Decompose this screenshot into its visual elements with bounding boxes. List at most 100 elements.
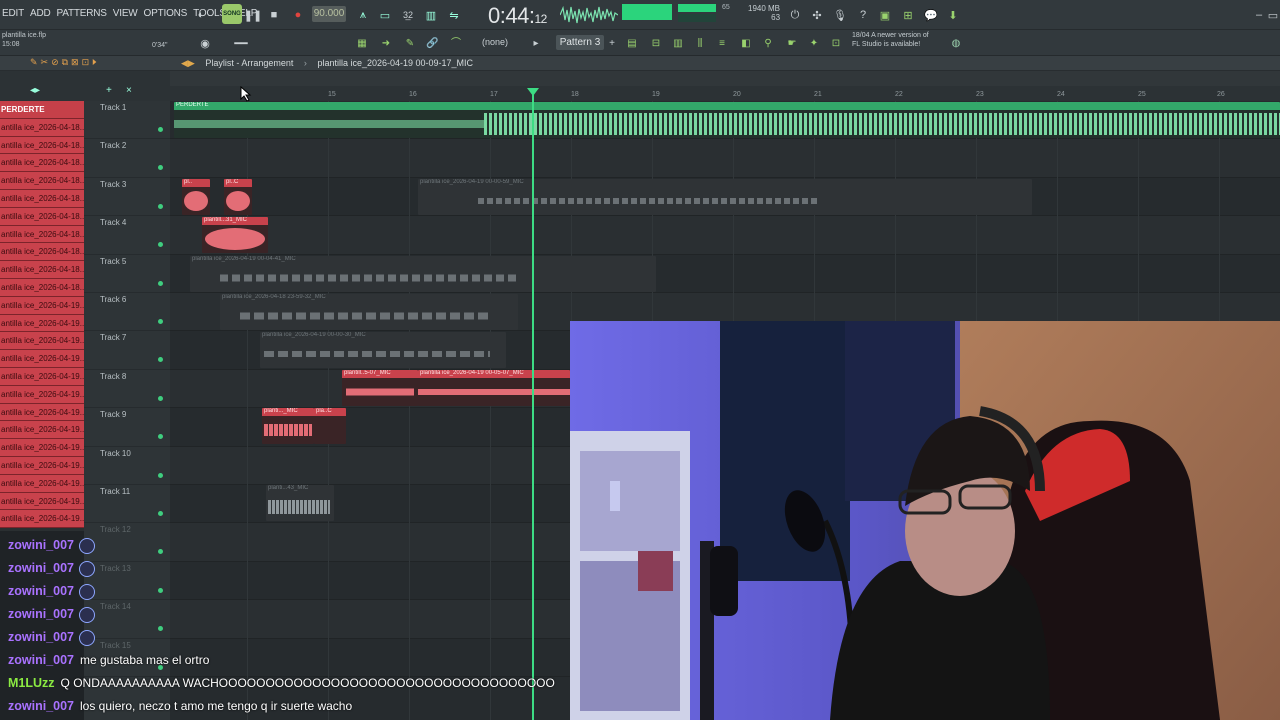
chat-username[interactable]: zowini_007 xyxy=(8,630,74,644)
maximize-icon[interactable]: ▭ xyxy=(1264,6,1280,24)
playlist-icon[interactable]: ▦ xyxy=(356,38,368,50)
track-header[interactable]: Track 4 xyxy=(84,216,170,255)
news-toggle-icon[interactable]: ◍ xyxy=(950,38,962,50)
audio-clip[interactable]: plantilla ice_2026-04-19 00-05-07_MIC xyxy=(418,370,570,406)
clip-picker-item[interactable]: antilla ice_2026-04-19.. xyxy=(0,385,84,404)
download-icon[interactable]: ⬇ xyxy=(944,6,962,24)
audio-clip[interactable]: plantilla ice_2026-04-19 00-00-30_MIC xyxy=(260,332,506,368)
link-icon[interactable]: 🔗 xyxy=(426,38,438,50)
mic-icon[interactable]: 🎙 xyxy=(831,6,849,24)
snap-magnet-icon[interactable]: ⌒ xyxy=(450,38,462,50)
clip-picker-item[interactable]: antilla ice_2026-04-18.. xyxy=(0,189,84,208)
clip-picker-item[interactable]: antilla ice_2026-04-19.. xyxy=(0,439,84,457)
track-header[interactable]: Track 11 xyxy=(84,485,170,524)
master-volume-slider[interactable]: ━━ xyxy=(228,34,254,52)
metronome-icon[interactable]: ⩚ xyxy=(354,6,372,24)
clip-picker-item[interactable]: antilla ice_2026-04-19.. xyxy=(0,367,84,386)
track-mute-led[interactable] xyxy=(158,395,163,401)
audio-clip[interactable]: pl..C xyxy=(224,179,252,215)
clip-picker-item[interactable]: PERDERTE xyxy=(0,101,84,119)
loop-record-icon[interactable]: ⇋ xyxy=(445,6,463,24)
chat-username[interactable]: zowini_007 xyxy=(8,538,74,552)
help-icon[interactable]: ? xyxy=(854,6,872,24)
clip-picker-item[interactable]: antilla ice_2026-04-18.. xyxy=(0,118,84,137)
pattern-select[interactable]: Pattern 3 xyxy=(556,35,604,50)
channel-rack-icon[interactable]: ▥ xyxy=(672,38,684,50)
clip-picker-item[interactable]: antilla ice_2026-04-19.. xyxy=(0,421,84,440)
track-mute-led[interactable] xyxy=(158,203,163,209)
clip-picker-item[interactable]: antilla ice_2026-04-18.. xyxy=(0,225,84,244)
track-mute-led[interactable] xyxy=(158,472,163,478)
track-mute-led[interactable] xyxy=(158,511,163,516)
time-display[interactable]: 0:44:12 xyxy=(488,3,547,29)
mixer-icon[interactable]: ⫼ xyxy=(694,38,706,50)
song-mode-button[interactable]: SONG xyxy=(222,4,242,24)
master-pitch-knob-icon[interactable]: ◉ xyxy=(196,34,214,52)
piano-roll-icon[interactable]: ⊟ xyxy=(650,38,662,50)
menu-view[interactable]: VIEW xyxy=(113,8,138,19)
clip-picker-item[interactable]: antilla ice_2026-04-19.. xyxy=(0,474,84,493)
track-lane[interactable] xyxy=(170,216,1280,255)
audio-clip[interactable]: plantill...31_MIC xyxy=(202,217,268,253)
snap-select[interactable]: (none) xyxy=(482,37,508,47)
chat-username[interactable]: zowini_007 xyxy=(8,653,74,667)
audio-clip[interactable]: planti..._MIC xyxy=(262,408,314,444)
track-mute-led[interactable] xyxy=(158,434,163,440)
news-panel[interactable]: 18/04 A newer version of FL Studio is av… xyxy=(852,31,929,49)
audio-clip[interactable]: pla..C xyxy=(314,408,346,444)
track-mute-led[interactable] xyxy=(158,280,163,286)
next-icon[interactable]: ➜ xyxy=(380,38,392,50)
clip-picker-item[interactable]: antilla ice_2026-04-18.. xyxy=(0,154,84,173)
blend-notes-icon[interactable]: ▥ xyxy=(422,6,440,24)
online-icon[interactable]: ✣ xyxy=(808,6,826,24)
menu-edit[interactable]: EDIT xyxy=(2,8,24,19)
playlist-tools[interactable]: ✎✂⊘⧉⊠⊡⏵ xyxy=(30,57,100,68)
track-mute-led[interactable] xyxy=(158,165,163,171)
plugin-picker-icon[interactable]: ⚲ xyxy=(762,38,774,50)
timeline-ruler[interactable]: 15 16 17 18 19 20 21 22 23 24 25 26 xyxy=(170,71,1280,101)
chat-username[interactable]: M1LUzz xyxy=(8,676,55,690)
plugin-database-icon[interactable]: ◧ xyxy=(740,38,752,50)
track-header[interactable]: Track 3 xyxy=(84,178,170,217)
clip-picker-item[interactable]: antilla ice_2026-04-19.. xyxy=(0,456,84,475)
track-mute-led[interactable] xyxy=(158,127,163,132)
chat-icon[interactable]: 💬 xyxy=(922,6,940,24)
track-header[interactable]: Track 8 xyxy=(84,370,170,409)
audio-clip[interactable]: plantilla ice_2026-04-19 00-00-59_MIC xyxy=(418,179,1032,215)
playlist-window-icon[interactable]: ▤ xyxy=(626,38,638,50)
metronome-knob-icon[interactable]: ◐ xyxy=(192,6,210,24)
audio-clip[interactable]: planti...43_MIC xyxy=(266,485,334,521)
track-header[interactable]: Track 2 xyxy=(84,139,170,178)
chat-username[interactable]: zowini_007 xyxy=(8,607,74,621)
clip-picker-item[interactable]: antilla ice_2026-04-19.. xyxy=(0,510,84,529)
track-header[interactable]: Track 1 xyxy=(84,101,170,140)
clip-picker-item[interactable]: antilla ice_2026-04-18.. xyxy=(0,136,84,155)
save-icon[interactable]: ▣ xyxy=(876,6,894,24)
clip-picker-item[interactable]: antilla ice_2026-04-19.. xyxy=(0,314,84,333)
play-icon[interactable]: ❚❚ xyxy=(244,6,262,24)
clip-picker-item[interactable]: antilla ice_2026-04-19.. xyxy=(0,492,84,511)
clip-picker-item[interactable]: antilla ice_2026-04-19.. xyxy=(0,296,84,315)
browser-icon[interactable]: ≡ xyxy=(716,38,728,50)
clip-picker-item[interactable]: antilla ice_2026-04-18.. xyxy=(0,261,84,279)
clip-picker-item[interactable]: antilla ice_2026-04-18.. xyxy=(0,243,84,262)
touch-keyboard-icon[interactable]: ☛ xyxy=(786,38,798,50)
draw-icon[interactable]: ✎ xyxy=(404,38,416,50)
add-track-icon[interactable]: + xyxy=(106,85,112,96)
audio-clip[interactable]: plantill..5-07_MIC xyxy=(342,370,418,406)
audio-clip[interactable]: PERDERTE xyxy=(174,102,1280,138)
add-pattern-icon[interactable]: + xyxy=(606,38,618,50)
fl-cloud-icon[interactable]: ⊡ xyxy=(830,38,842,50)
playlist-options-icon[interactable]: ◀▶ xyxy=(181,58,195,68)
track-mute-led[interactable] xyxy=(158,357,163,363)
clip-picker-item[interactable]: antilla ice_2026-04-18.. xyxy=(0,207,84,226)
clip-picker-item[interactable]: antilla ice_2026-04-19.. xyxy=(0,332,84,351)
chat-username[interactable]: zowini_007 xyxy=(8,584,74,598)
chat-username[interactable]: zowini_007 xyxy=(8,561,74,575)
clip-picker-item[interactable]: antilla ice_2026-04-19.. xyxy=(0,350,84,368)
stop-icon[interactable]: ■ xyxy=(265,6,283,24)
clip-picker-item[interactable]: antilla ice_2026-04-19.. xyxy=(0,403,84,422)
menu-patterns[interactable]: PATTERNS xyxy=(57,8,107,19)
track-mute-led[interactable] xyxy=(158,319,163,324)
track-lane[interactable] xyxy=(170,139,1280,178)
